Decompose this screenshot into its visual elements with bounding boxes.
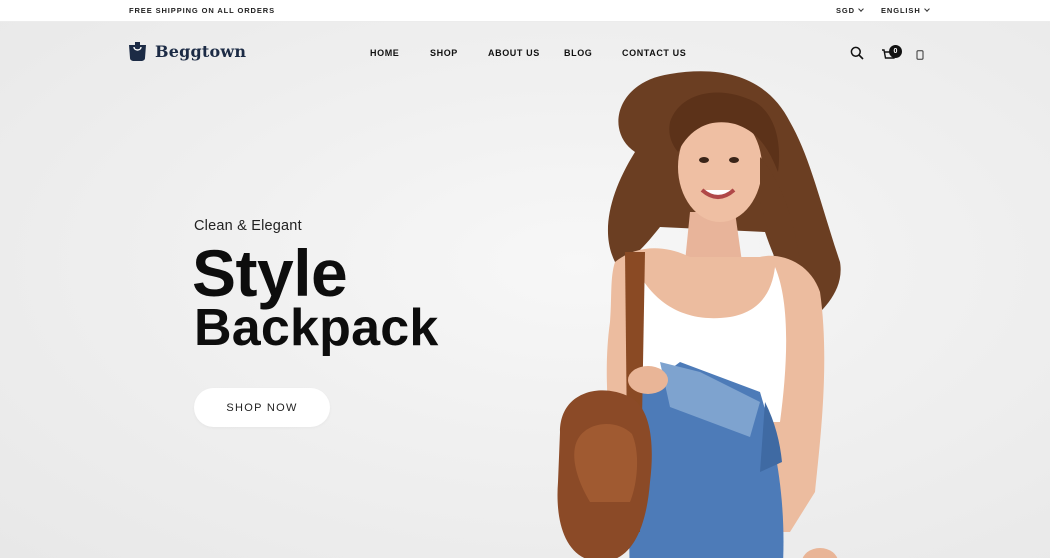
nav-home[interactable]: HOME bbox=[370, 48, 399, 58]
nav-shop[interactable]: SHOP bbox=[430, 48, 458, 58]
nav-contact-us[interactable]: CONTACT US bbox=[622, 48, 686, 58]
logo-text: Beggtown bbox=[155, 42, 247, 61]
hero-title-line1: Style bbox=[192, 236, 348, 310]
hero-banner bbox=[0, 22, 1050, 558]
shopping-bag-logo-icon bbox=[129, 42, 146, 61]
nav-about-us[interactable]: ABOUT US bbox=[488, 48, 540, 58]
language-selector[interactable]: ENGLISH bbox=[881, 6, 930, 15]
hero-model-image bbox=[557, 71, 841, 558]
currency-selector[interactable]: SGD bbox=[836, 6, 864, 15]
free-shipping-text: FREE SHIPPING ON ALL ORDERS bbox=[129, 6, 275, 15]
shop-now-button[interactable]: SHOP NOW bbox=[194, 388, 330, 427]
currency-label: SGD bbox=[836, 6, 855, 15]
chevron-down-icon bbox=[858, 6, 864, 12]
language-label: ENGLISH bbox=[881, 6, 921, 15]
hero-title-line2: Backpack bbox=[194, 299, 439, 357]
cart-count-badge: 0 bbox=[889, 45, 902, 58]
chevron-down-icon bbox=[923, 6, 930, 12]
search-icon[interactable] bbox=[850, 46, 864, 60]
site-header: Beggtown HOME SHOP ABOUT US BLOG CONTACT… bbox=[0, 22, 1050, 84]
mobile-phone-icon[interactable] bbox=[916, 50, 924, 60]
nav-blog[interactable]: BLOG bbox=[564, 48, 592, 58]
hero-caption: Clean & Elegant bbox=[194, 218, 302, 234]
top-announcement-bar: FREE SHIPPING ON ALL ORDERS SGD ENGLISH bbox=[0, 0, 1050, 22]
logo[interactable]: Beggtown bbox=[127, 41, 246, 62]
